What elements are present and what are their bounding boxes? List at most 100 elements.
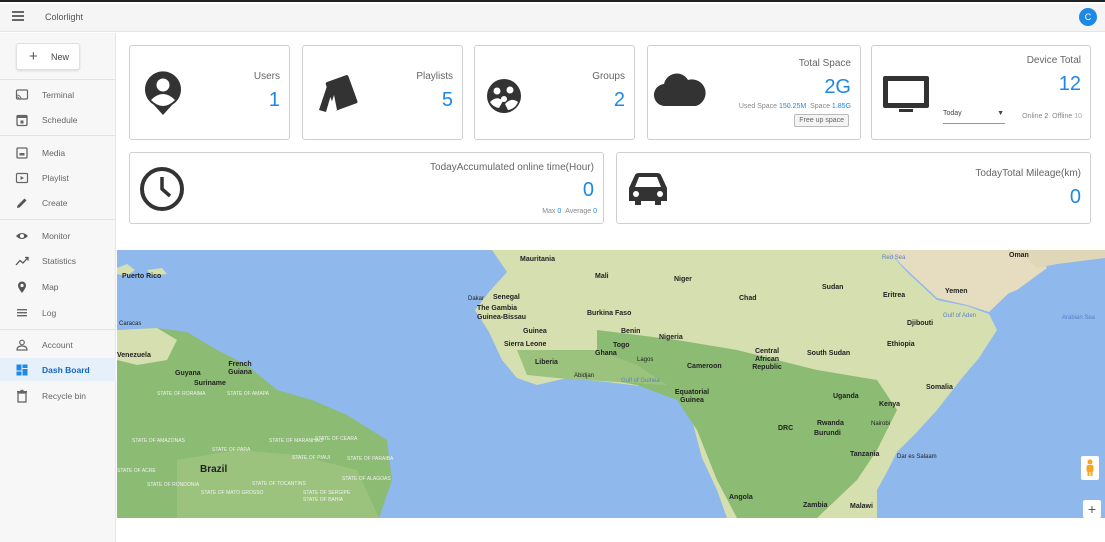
mileage-card[interactable]: TodayTotal Mileage(km) 0 bbox=[616, 152, 1091, 224]
playlist-icon bbox=[15, 172, 29, 184]
map-state-piaui: STATE OF PIAUI bbox=[292, 455, 331, 461]
log-icon bbox=[17, 309, 27, 317]
sidebar-item-dashboard[interactable]: Dash Board bbox=[0, 358, 116, 381]
groups-card[interactable]: Groups 2 bbox=[474, 45, 635, 140]
map-state-alagoas: STATE OF ALAGOAS bbox=[342, 476, 391, 482]
playlists-title: Playlists bbox=[416, 71, 453, 82]
sidebar-item-label: Playlist bbox=[42, 173, 69, 183]
offline-value: 10 bbox=[1074, 113, 1082, 120]
space-value: 1.85G bbox=[831, 103, 851, 110]
total-space-card[interactable]: Total Space 2G Used Space 150.25M Space … bbox=[647, 45, 861, 140]
page-footer-area bbox=[117, 518, 1105, 542]
sidebar-item-map[interactable]: Map bbox=[0, 275, 116, 298]
map-label-sierra-leone: Sierra Leone bbox=[504, 341, 547, 348]
sidebar-item-log[interactable]: Log bbox=[0, 301, 116, 324]
map-label-cameroon: Cameroon bbox=[687, 363, 722, 370]
sidebar-item-statistics[interactable]: Statistics bbox=[0, 249, 116, 272]
sidebar-item-recycle-bin[interactable]: Recycle bin bbox=[0, 384, 116, 407]
cards-icon bbox=[319, 75, 358, 112]
pegman-icon bbox=[1086, 459, 1094, 476]
users-value: 1 bbox=[268, 89, 280, 111]
sidebar-item-account[interactable]: Account bbox=[0, 333, 116, 356]
map-state-mato-grosso: STATE OF MATO GROSSO bbox=[201, 490, 264, 496]
map[interactable]: Puerto Rico Mauritania Mali Niger Chad S… bbox=[117, 250, 1105, 518]
online-label: Online bbox=[1022, 113, 1043, 120]
map-label-burundi: Burundi bbox=[814, 430, 841, 437]
users-card[interactable]: Users 1 bbox=[129, 45, 290, 140]
sidebar-item-media[interactable]: Media bbox=[0, 141, 116, 164]
sidebar-item-terminal[interactable]: Terminal bbox=[0, 83, 116, 106]
online-time-stats: Max 0 Average 0 bbox=[542, 208, 597, 215]
online-value: 2 bbox=[1044, 113, 1049, 120]
new-button-label: New bbox=[51, 52, 70, 62]
online-time-card[interactable]: TodayAccumulated online time(Hour) 0 Max… bbox=[129, 152, 604, 224]
period-select[interactable]: Today ▼ bbox=[943, 110, 1005, 124]
map-label-brazil: Brazil bbox=[200, 464, 228, 475]
map-state-roraima: STATE OF RORAIMA bbox=[157, 391, 206, 397]
average-label: Average bbox=[565, 208, 592, 215]
map-state-amazonas: STATE OF AMAZONAS bbox=[132, 438, 185, 444]
trend-icon bbox=[15, 256, 29, 266]
map-label-sudan: Sudan bbox=[822, 284, 844, 291]
app-title: Colorlight bbox=[45, 12, 84, 22]
max-value: 0 bbox=[557, 208, 562, 215]
playlists-value: 5 bbox=[441, 89, 453, 111]
map-state-acre: STATE OF ACRE bbox=[117, 468, 156, 474]
total-space-value: 2G bbox=[824, 76, 851, 98]
street-view-pegman-button[interactable] bbox=[1081, 456, 1099, 480]
monitor-icon bbox=[883, 76, 929, 112]
avatar[interactable]: C bbox=[1079, 8, 1097, 26]
mileage-title: TodayTotal Mileage(km) bbox=[975, 168, 1081, 179]
person-icon bbox=[16, 339, 28, 351]
map-state-paraiba: STATE OF PARAIBA bbox=[347, 456, 394, 462]
sidebar-item-label: Recycle bin bbox=[42, 391, 86, 401]
map-sea-arabian-sea: Arabian Sea bbox=[1062, 315, 1096, 321]
map-label-puerto-rico: Puerto Rico bbox=[122, 273, 162, 280]
map-state-sergipe: STATE OF SERGIPE bbox=[303, 490, 351, 496]
sidebar-divider bbox=[0, 219, 116, 220]
map-label-dakar: Dakar bbox=[468, 296, 485, 302]
sidebar-item-label: Terminal bbox=[42, 90, 75, 100]
sidebar-item-monitor[interactable]: Monitor bbox=[0, 224, 116, 247]
menu-icon[interactable] bbox=[12, 9, 28, 25]
new-button[interactable]: + New bbox=[16, 43, 80, 70]
map-label-ghana: Ghana bbox=[595, 350, 617, 357]
online-time-title: TodayAccumulated online time(Hour) bbox=[430, 162, 594, 173]
map-label-senegal: Senegal bbox=[493, 294, 520, 301]
sidebar-item-schedule[interactable]: Schedule bbox=[0, 108, 116, 131]
sidebar-item-create[interactable]: Create bbox=[0, 191, 116, 214]
total-space-title: Total Space bbox=[798, 58, 851, 69]
sidebar-item-label: Account bbox=[42, 340, 73, 350]
map-label-abidjan: Abidjan bbox=[574, 373, 595, 379]
plus-icon: + bbox=[29, 48, 38, 65]
space-usage: Used Space 150.25M Space 1.85G bbox=[739, 103, 851, 110]
sidebar-item-label: Log bbox=[42, 308, 57, 318]
sidebar-item-label: Create bbox=[42, 198, 68, 208]
clock-icon bbox=[140, 167, 184, 211]
map-label-chad: Chad bbox=[739, 295, 757, 302]
map-label-guinea: Guinea bbox=[523, 328, 547, 335]
map-label-lagos: Lagos bbox=[637, 357, 654, 363]
sidebar-divider bbox=[0, 135, 116, 136]
map-label-djibouti: Djibouti bbox=[907, 320, 934, 327]
map-label-zambia: Zambia bbox=[803, 502, 828, 509]
free-up-space-button[interactable]: Free up space bbox=[794, 114, 849, 127]
used-space-label: Used Space bbox=[738, 103, 778, 110]
map-state-rondonia: STATE OF RONDONIA bbox=[147, 482, 200, 488]
used-space-value: 150.25M bbox=[778, 103, 807, 110]
eye-icon bbox=[16, 233, 28, 239]
map-state-tocantins: STATE OF TOCANTINS bbox=[252, 481, 306, 487]
map-label-caracas: Caracas bbox=[119, 321, 142, 327]
playlists-card[interactable]: Playlists 5 bbox=[302, 45, 463, 140]
sidebar-item-playlist[interactable]: Playlist bbox=[0, 166, 116, 189]
top-bar: Colorlight C bbox=[0, 4, 1105, 32]
online-time-value: 0 bbox=[582, 179, 594, 201]
map-label-venezuela: Venezuela bbox=[117, 352, 151, 359]
users-title: Users bbox=[253, 71, 280, 82]
zoom-in-button[interactable]: + bbox=[1083, 500, 1101, 518]
device-total-value: 12 bbox=[1058, 73, 1081, 95]
average-value: 0 bbox=[593, 208, 597, 215]
device-total-card[interactable]: Device Total 12 Today ▼ Online 2 Offline… bbox=[871, 45, 1091, 140]
map-state-para: STATE OF PARA bbox=[212, 447, 251, 453]
device-status: Online 2 Offline 10 bbox=[1022, 113, 1082, 120]
